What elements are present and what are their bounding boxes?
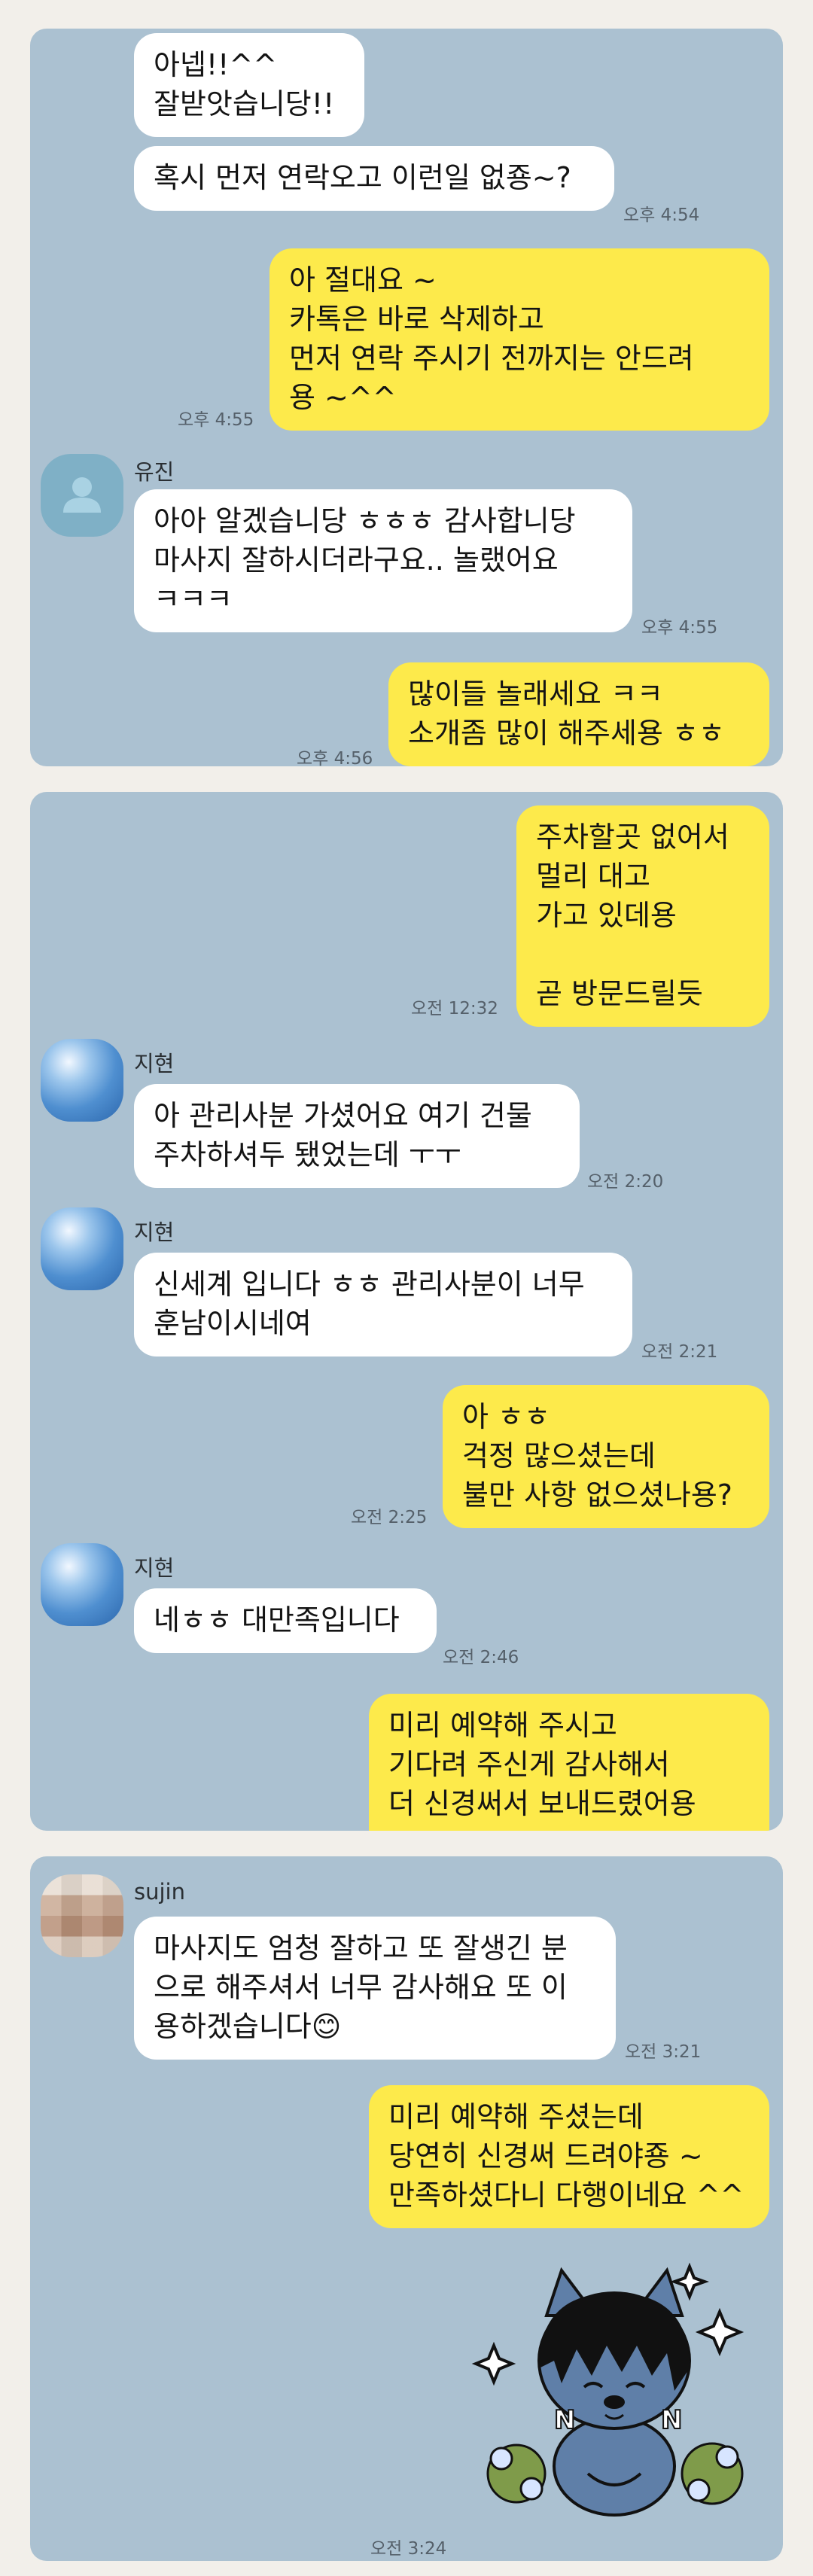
sender-name: sujin: [134, 1879, 185, 1905]
message-bubble[interactable]: 주차할곳 없어서 멀리 대고 가고 있데용 곧 방문드릴듯: [516, 805, 769, 1027]
svg-text:N: N: [554, 2405, 575, 2435]
message-bubble[interactable]: 아 관리사분 가셨어요 여기 건물 주차하셔두 됐었는데 ㅜㅜ: [134, 1084, 580, 1188]
sender-name: 지현: [134, 1051, 175, 1076]
avatar[interactable]: [41, 1874, 123, 1957]
message-text: 마사지도 엄청 잘하고 또 잘생긴 분 으로 해주셔서 너무 감사해요 또 이 …: [154, 1932, 568, 2043]
message-bubble[interactable]: 아 절대요 ~ 카톡은 바로 삭제하고 먼저 연락 주시기 전까지는 안드려 용…: [269, 248, 769, 431]
person-silhouette-icon: [63, 477, 101, 513]
message-timestamp: 오후 4:56: [297, 749, 373, 766]
chat-panel-3: sujin 마사지도 엄청 잘하고 또 잘생긴 분 으로 해주셔서 너무 감사해…: [30, 1856, 783, 2561]
sender-name: 지현: [134, 1219, 175, 1245]
message-bubble[interactable]: 미리 예약해 주셨는데 당연히 신경써 드려야죵 ~ 만족하셨다니 다행이네요 …: [369, 2085, 769, 2228]
message-timestamp: 오전 3:21: [625, 2042, 702, 2062]
avatar[interactable]: [41, 1543, 123, 1626]
message-timestamp: 오전 2:25: [351, 1508, 428, 1527]
chat-panel-1: 아넵!!^^ 잘받앗습니당!! 혹시 먼저 연락오고 이런일 없죵~? 오후 4…: [30, 29, 783, 766]
message-bubble[interactable]: 신세계 입니다 ㅎㅎ 관리사분이 너무 훈남이시네여: [134, 1253, 632, 1357]
message-timestamp: 오전 12:32: [411, 999, 498, 1019]
message-timestamp: 오후 4:54: [623, 206, 700, 225]
chat-panel-2: 주차할곳 없어서 멀리 대고 가고 있데용 곧 방문드릴듯 오전 12:32 지…: [30, 792, 783, 1831]
message-bubble[interactable]: 마사지도 엄청 잘하고 또 잘생긴 분 으로 해주셔서 너무 감사해요 또 이 …: [134, 1917, 616, 2060]
message-timestamp: 오전 2:46: [443, 1648, 519, 1667]
message-timestamp: 오후 4:55: [641, 618, 718, 638]
message-bubble[interactable]: 아아 알겠습니당 ㅎㅎㅎ 감사합니당 마사지 잘하시더라구요.. 놀랬어요 ㅋㅋ…: [134, 489, 632, 632]
avatar[interactable]: [41, 454, 123, 537]
message-timestamp: 오전 3:24: [370, 2539, 447, 2559]
message-timestamp: 오전 2:20: [587, 1172, 664, 1192]
message-bubble[interactable]: 많이들 놀래세요 ㅋㅋ 소개좀 많이 해주세용 ㅎㅎ: [388, 662, 769, 766]
avatar[interactable]: [41, 1039, 123, 1122]
message-bubble[interactable]: 네ㅎㅎ 대만족입니다: [134, 1588, 437, 1653]
avatar[interactable]: [41, 1207, 123, 1290]
message-timestamp: 오전 2:21: [641, 1342, 718, 1362]
message-bubble[interactable]: 혹시 먼저 연락오고 이런일 없죵~?: [134, 146, 614, 211]
smile-emoji-icon: 😊: [311, 2010, 342, 2043]
message-bubble[interactable]: 아 ㅎㅎ 걱정 많으셨는데 불만 사항 없으셨나용?: [443, 1385, 769, 1528]
sender-name: 유진: [134, 459, 175, 485]
message-bubble[interactable]: 아넵!!^^ 잘받앗습니당!!: [134, 33, 364, 137]
message-bubble[interactable]: 미리 예약해 주시고 기다려 주신게 감사해서 더 신경써서 보내드렸어용 ^^: [369, 1694, 769, 1831]
cat-character-sticker-icon: N N: [471, 2262, 744, 2517]
cat-character-sticker[interactable]: N N: [464, 2248, 772, 2534]
sender-name: 지현: [134, 1555, 175, 1581]
svg-text:N: N: [661, 2405, 682, 2435]
message-timestamp: 오후 4:55: [178, 410, 254, 430]
